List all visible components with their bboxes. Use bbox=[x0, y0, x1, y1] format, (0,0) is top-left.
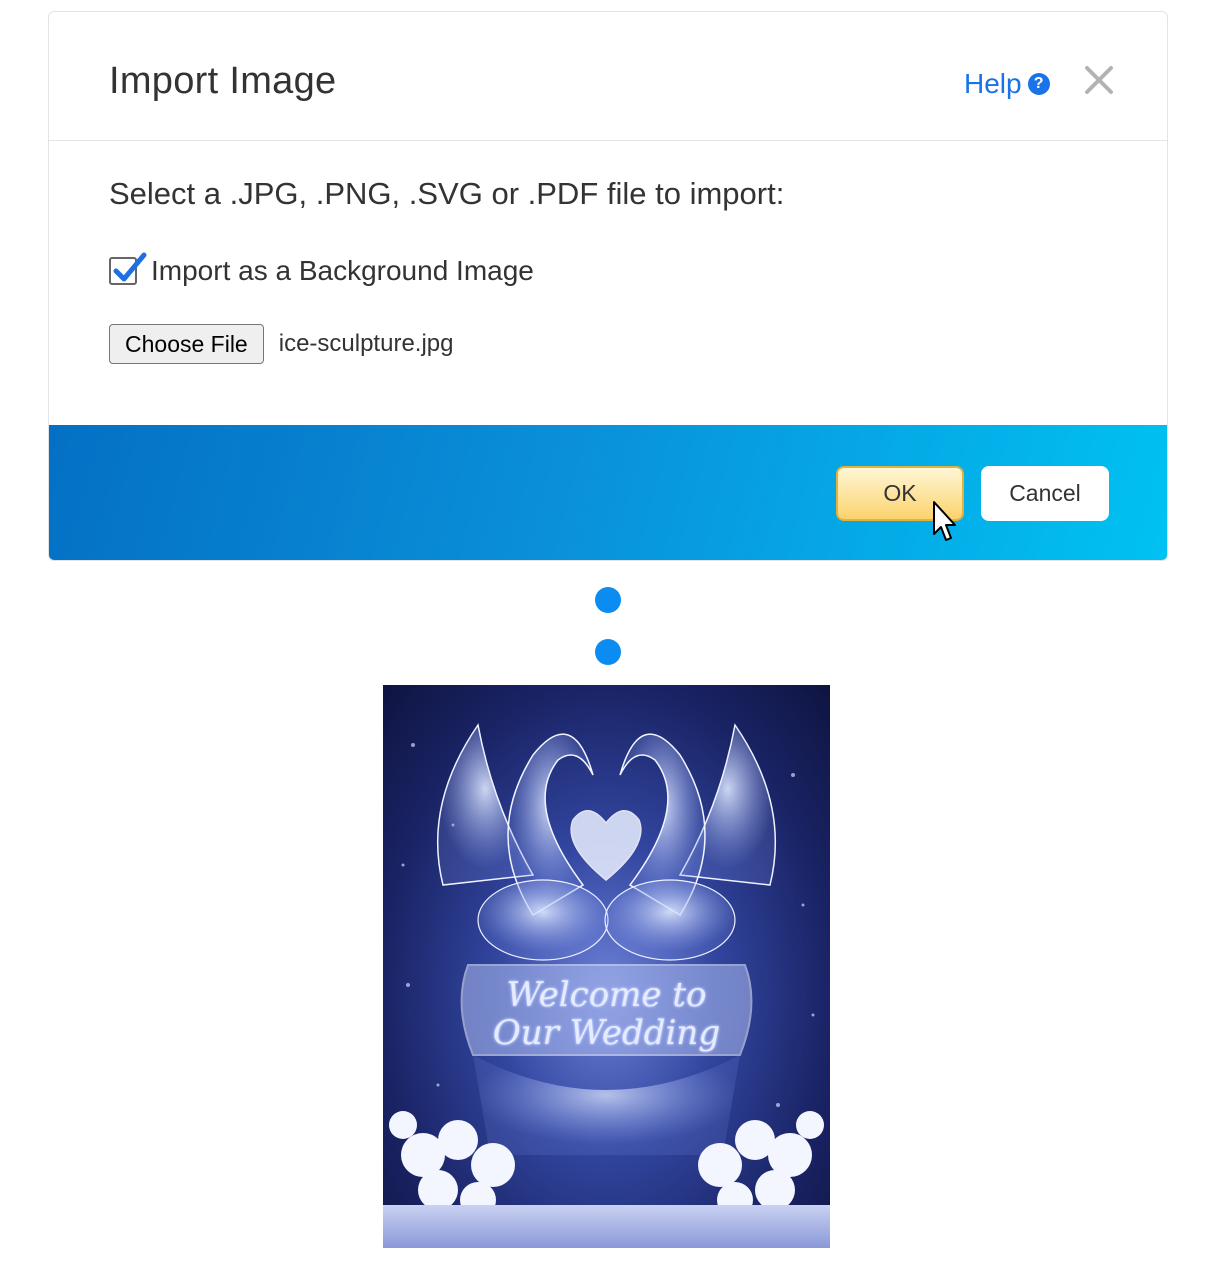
background-image-label[interactable]: Import as a Background Image bbox=[151, 255, 534, 287]
mouse-pointer-icon bbox=[933, 501, 956, 541]
background-image-option[interactable]: Import as a Background Image bbox=[109, 252, 534, 287]
help-link[interactable]: Help ? bbox=[964, 68, 1050, 100]
import-image-dialog: Import Image Help ? Select a .JPG, .PNG,… bbox=[48, 11, 1168, 561]
help-label[interactable]: Help bbox=[964, 68, 1022, 100]
imported-image-preview[interactable]: Welcome to Our Wedding bbox=[383, 685, 830, 1248]
image-caption-line-1: Welcome to bbox=[506, 975, 707, 1015]
file-input-row: Choose File ice-sculpture.jpg bbox=[109, 324, 453, 364]
ice-sculpture-image bbox=[383, 723, 830, 1248]
dialog-title: Import Image bbox=[109, 60, 337, 102]
rotate-handle[interactable] bbox=[595, 587, 621, 613]
dialog-header: Import Image Help ? bbox=[49, 12, 1167, 141]
checkmark-icon bbox=[113, 252, 147, 282]
background-image-checkbox[interactable] bbox=[109, 252, 147, 285]
cancel-button[interactable]: Cancel bbox=[981, 466, 1109, 521]
dialog-footer: OK Cancel bbox=[49, 425, 1167, 560]
choose-file-button[interactable]: Choose File bbox=[109, 324, 264, 364]
question-circle-icon[interactable]: ? bbox=[1027, 73, 1050, 95]
image-caption-line-2: Our Wedding bbox=[492, 1013, 721, 1053]
close-icon[interactable] bbox=[1081, 62, 1117, 98]
dialog-body: Select a .JPG, .PNG, .SVG or .PDF file t… bbox=[49, 142, 1167, 425]
selected-file-name: ice-sculpture.jpg bbox=[278, 330, 454, 357]
import-instruction: Select a .JPG, .PNG, .SVG or .PDF file t… bbox=[109, 176, 785, 211]
close-button[interactable] bbox=[1081, 62, 1117, 98]
resize-handle-top[interactable] bbox=[595, 639, 621, 665]
